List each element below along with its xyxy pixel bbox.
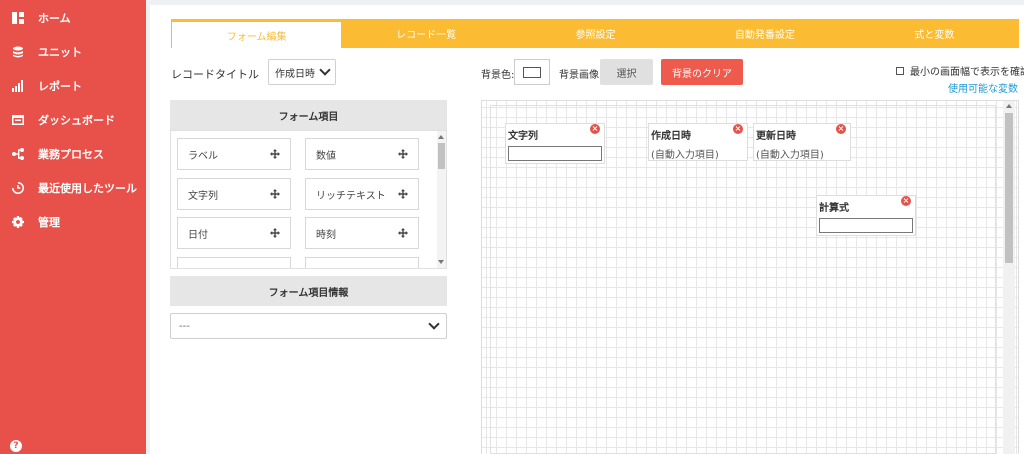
scrollbar-thumb[interactable] [438, 143, 445, 169]
sidebar-item-recent-tools[interactable]: 最近使用したツール [0, 171, 146, 205]
sidebar-item-label: 業務プロセス [38, 148, 104, 161]
chevron-down-icon [428, 318, 440, 330]
clear-background-button[interactable]: 背景のクリア [661, 59, 743, 85]
info-select-value: --- [179, 320, 190, 332]
sidebar-item-process[interactable]: 業務プロセス [0, 137, 146, 171]
move-icon[interactable] [270, 228, 280, 238]
record-title-label: レコードタイトル [171, 68, 259, 81]
tab-formulas-variables[interactable]: 式と変数 [850, 19, 1019, 48]
auto-field-text: (自動入力項目) [651, 150, 719, 161]
scrollbar-thumb[interactable] [1005, 113, 1013, 263]
top-strip [150, 0, 1024, 5]
form-canvas[interactable]: 文字列 × 作成日時 (自動入力項目) × 更新日時 (自動入力項目) × 計算… [481, 100, 1019, 454]
bgcolor-label: 背景色: [481, 70, 515, 81]
field-input[interactable] [819, 218, 913, 233]
delete-icon[interactable]: × [836, 124, 846, 134]
canvas-field-formula[interactable]: 計算式 × [816, 195, 916, 236]
color-swatch [523, 66, 541, 78]
canvas-field-created-at[interactable]: 作成日時 (自動入力項目) × [648, 123, 748, 161]
form-item-number[interactable]: 数値 [305, 138, 419, 170]
delete-icon[interactable]: × [733, 124, 743, 134]
history-icon [12, 182, 24, 194]
form-item-name: 時刻 [316, 229, 336, 241]
scroll-up-arrow-icon[interactable] [1006, 104, 1012, 108]
tab-form-edit[interactable]: フォーム編集 [171, 19, 342, 48]
auto-field-text: (自動入力項目) [756, 150, 824, 161]
form-item-date[interactable]: 日付 [177, 217, 291, 249]
field-label: 作成日時 [651, 131, 691, 142]
dashboard-icon [12, 114, 24, 126]
record-title-value: 作成日時 [275, 68, 315, 80]
form-item-name: 文字列 [188, 190, 218, 202]
record-title-select[interactable]: 作成日時 [268, 59, 336, 85]
process-icon [12, 148, 24, 160]
min-width-label: 最小の画面幅で表示を確認 [910, 67, 1024, 78]
sidebar-item-units[interactable]: ユニット [0, 35, 146, 69]
bgcolor-picker[interactable] [514, 59, 550, 85]
canvas-scrollbar[interactable] [1003, 101, 1015, 454]
form-item-name: リッチテキスト [316, 190, 386, 202]
tab-bar: フォーム編集 レコード一覧 参照設定 自動発番設定 式と変数 [171, 19, 1019, 48]
form-item-time[interactable]: 時刻 [305, 217, 419, 249]
database-icon [12, 46, 24, 58]
sidebar-item-admin[interactable]: 管理 [0, 205, 146, 239]
form-item-name: ラベル [188, 150, 218, 162]
sidebar-item-reports[interactable]: レポート [0, 69, 146, 103]
move-icon[interactable] [398, 228, 408, 238]
canvas-field-updated-at[interactable]: 更新日時 (自動入力項目) × [753, 123, 851, 161]
home-icon [12, 12, 24, 24]
min-width-checkbox[interactable]: 最小の画面幅で表示を確認 [896, 63, 1024, 78]
form-items-list: ラベル 数値 文字列 リッチテキスト 日付 時刻 [170, 130, 447, 269]
form-item-text[interactable]: 文字列 [177, 178, 291, 210]
sidebar-item-label: 管理 [38, 216, 60, 229]
move-icon[interactable] [270, 149, 280, 159]
canvas-field-text[interactable]: 文字列 × [505, 123, 605, 164]
tab-auto-numbering[interactable]: 自動発番設定 [680, 19, 849, 48]
sidebar-item-home[interactable]: ホーム [0, 1, 146, 35]
form-item-name: 日付 [188, 229, 208, 241]
tab-record-list[interactable]: レコード一覧 [341, 19, 510, 48]
form-item-label[interactable]: ラベル [177, 138, 291, 170]
move-icon[interactable] [398, 189, 408, 199]
scroll-down-arrow-icon[interactable] [438, 260, 444, 264]
sidebar-item-label: ダッシュボード [38, 114, 115, 127]
delete-icon[interactable]: × [901, 196, 911, 206]
sidebar: ホーム ユニット レポート ダッシュボード 業務プロセス 最近使用したツール 管… [0, 0, 146, 454]
form-items-header: フォーム項目 [170, 100, 447, 130]
field-input[interactable] [508, 146, 602, 161]
move-icon[interactable] [398, 149, 408, 159]
form-items-scrollbar[interactable] [437, 131, 446, 268]
help-icon[interactable]: ? [10, 440, 22, 452]
bgimage-label: 背景画像: [559, 70, 603, 81]
gear-icon [12, 216, 24, 228]
form-item-info-select[interactable]: --- [170, 313, 447, 339]
form-item-partial[interactable] [305, 257, 419, 268]
field-label: 文字列 [508, 131, 538, 142]
select-image-button[interactable]: 選択 [600, 59, 653, 85]
sidebar-item-label: ユニット [38, 46, 82, 59]
form-item-info-header: フォーム項目情報 [170, 276, 447, 306]
sidebar-item-label: 最近使用したツール [38, 182, 137, 195]
form-item-name: 数値 [316, 150, 336, 162]
delete-icon[interactable]: × [590, 124, 600, 134]
form-item-richtext[interactable]: リッチテキスト [305, 178, 419, 210]
scroll-up-arrow-icon[interactable] [438, 135, 444, 139]
move-icon[interactable] [270, 189, 280, 199]
field-label: 計算式 [819, 203, 849, 214]
checkbox-box[interactable] [896, 66, 904, 75]
sidebar-item-label: ホーム [38, 12, 71, 25]
form-item-partial[interactable] [177, 257, 291, 268]
field-label: 更新日時 [756, 131, 796, 142]
sidebar-item-label: レポート [38, 80, 82, 93]
chevron-down-icon [319, 64, 331, 76]
chart-icon [12, 80, 24, 92]
sidebar-item-dashboard[interactable]: ダッシュボード [0, 103, 146, 137]
available-variables-link[interactable]: 使用可能な変数 [948, 80, 1018, 95]
sidebar-divider [146, 0, 150, 454]
tab-reference-settings[interactable]: 参照設定 [511, 19, 680, 48]
